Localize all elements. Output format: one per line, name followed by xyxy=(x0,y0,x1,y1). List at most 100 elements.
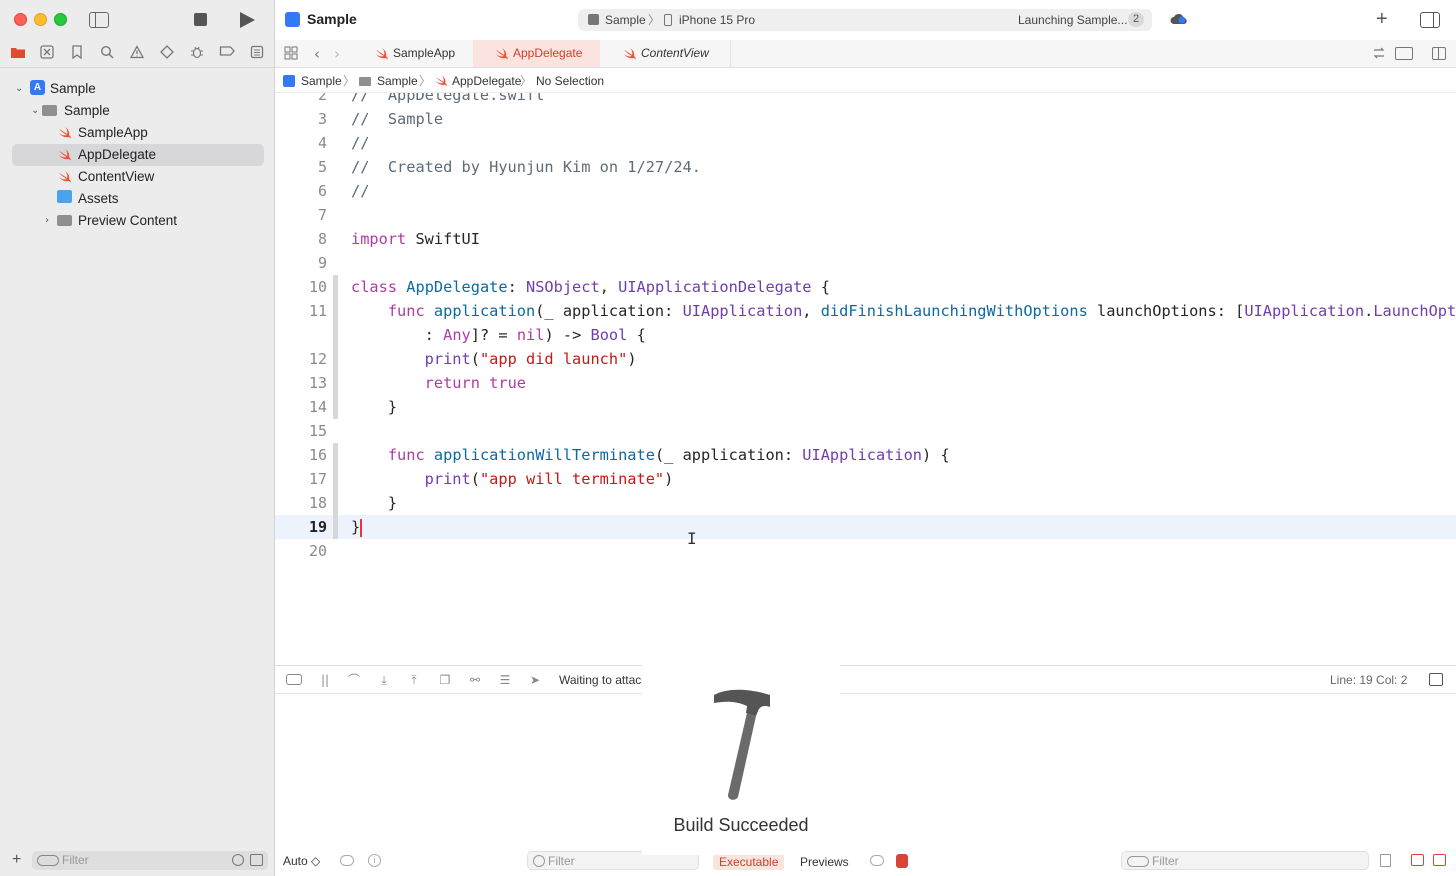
environment-overrides-icon[interactable]: ☰ xyxy=(498,673,512,687)
filter-placeholder: Filter xyxy=(1152,854,1179,868)
tree-item-contentview[interactable]: ContentView xyxy=(12,166,264,188)
split-editor-icon[interactable] xyxy=(1432,47,1446,60)
tab-contentview[interactable]: ContentView xyxy=(611,40,731,67)
tree-item-assets[interactable]: Assets xyxy=(12,188,264,210)
tree-item-label: Sample xyxy=(50,81,96,96)
scheme-selector[interactable]: Sample xyxy=(605,9,646,31)
breadcrumb-item[interactable]: Sample xyxy=(301,69,342,93)
eye-icon[interactable] xyxy=(870,855,884,866)
breakpoint-icon[interactable] xyxy=(218,45,236,63)
step-over-icon[interactable]: ⌒ xyxy=(347,673,361,687)
console-area[interactable] xyxy=(275,694,1456,846)
view-hierarchy-icon[interactable]: ❐ xyxy=(438,673,452,687)
hammer-icon xyxy=(714,689,770,800)
filter-icon xyxy=(37,855,59,866)
split-right-icon[interactable] xyxy=(1433,854,1446,866)
scm-filter-icon[interactable] xyxy=(250,854,263,866)
toggle-console-icon[interactable] xyxy=(1429,673,1443,686)
step-into-icon[interactable]: ⤓ xyxy=(377,673,391,687)
breakpoints-toggle-icon[interactable] xyxy=(896,854,908,868)
chevron-right-icon[interactable]: › xyxy=(45,210,49,232)
inspector-toggle-icon[interactable] xyxy=(1420,12,1440,28)
zoom-window-button[interactable] xyxy=(54,13,67,26)
breadcrumb-item[interactable]: AppDelegate xyxy=(452,69,521,93)
back-icon[interactable]: ‹ xyxy=(314,45,320,63)
line-number: 11 xyxy=(308,302,327,320)
line-number: 12 xyxy=(308,350,327,368)
swift-file-icon xyxy=(59,127,71,139)
device-selector[interactable]: iPhone 15 Pro xyxy=(679,9,755,31)
navigator-filter-input[interactable]: Filter xyxy=(32,851,268,870)
breadcrumb-item[interactable]: No Selection xyxy=(536,69,604,93)
add-icon[interactable]: + xyxy=(12,851,21,869)
recent-files-icon[interactable] xyxy=(232,854,244,866)
info-icon[interactable]: i xyxy=(368,854,381,867)
code-line: } xyxy=(351,398,398,416)
previews-tab[interactable]: Previews xyxy=(794,854,855,870)
code-line: } xyxy=(351,494,398,512)
navigator-selector-bar xyxy=(0,40,274,68)
related-items-icon[interactable] xyxy=(1372,46,1386,63)
swift-file-icon xyxy=(376,48,388,60)
debug-status: Waiting to attac xyxy=(559,673,642,687)
debug-navigator-icon[interactable] xyxy=(188,45,206,63)
trash-icon[interactable] xyxy=(1380,854,1391,867)
tree-item-label: Preview Content xyxy=(78,213,178,228)
tree-item-sampleapp[interactable]: SampleApp xyxy=(12,122,264,144)
search-icon[interactable] xyxy=(98,45,116,63)
tree-item-group-sample[interactable]: ⌄ Sample xyxy=(12,100,264,122)
filter-placeholder: Filter xyxy=(548,854,575,868)
source-editor[interactable]: 2 3 4 5 6 7 8 9 10 11 12 13 14 15 16 17 … xyxy=(275,93,1456,665)
tree-item-preview-content[interactable]: › Preview Content xyxy=(12,210,264,232)
chevron-down-icon[interactable]: ⌄ xyxy=(15,78,23,100)
sidebar-toggle-icon[interactable] xyxy=(89,12,109,28)
step-out-icon[interactable]: ⤒ xyxy=(407,673,421,687)
eye-icon[interactable] xyxy=(340,855,354,866)
pause-icon[interactable]: || xyxy=(318,673,332,687)
navigator-sidebar: ⌄ A Sample ⌄ Sample SampleApp AppDelegat… xyxy=(0,0,275,876)
console-filter-input[interactable]: Filter xyxy=(1121,851,1369,870)
tab-appdelegate[interactable]: AppDelegate xyxy=(473,40,600,67)
variables-view-selector[interactable]: Auto ◇ xyxy=(283,846,320,876)
swift-file-icon xyxy=(624,48,636,60)
app-project-icon xyxy=(283,75,295,87)
bookmark-icon[interactable] xyxy=(68,45,86,63)
code-line: } xyxy=(351,518,363,537)
tab-sampleapp[interactable]: SampleApp xyxy=(363,40,473,67)
code-line: // xyxy=(351,182,370,200)
chevron-down-icon[interactable]: ⌄ xyxy=(31,100,39,122)
tree-item-appdelegate[interactable]: AppDelegate xyxy=(12,144,264,166)
close-window-button[interactable] xyxy=(14,13,27,26)
report-icon[interactable] xyxy=(248,45,266,63)
code-line: // xyxy=(351,134,370,152)
split-left-icon[interactable] xyxy=(1411,854,1424,866)
folder-icon xyxy=(359,77,371,86)
run-icon[interactable] xyxy=(240,12,255,28)
swift-file-icon xyxy=(59,149,71,161)
project-navigator-icon[interactable] xyxy=(9,45,27,63)
location-icon[interactable]: ➤ xyxy=(528,673,542,687)
breadcrumb-item[interactable]: Sample xyxy=(377,69,418,93)
line-number: 19 xyxy=(308,518,327,536)
executable-tab[interactable]: Executable xyxy=(713,854,785,870)
line-number: 4 xyxy=(317,134,327,152)
test-icon[interactable] xyxy=(158,45,176,63)
source-control-icon[interactable] xyxy=(38,45,56,63)
hide-debug-area-icon[interactable] xyxy=(286,674,302,685)
line-number: 20 xyxy=(308,542,327,560)
editor-options-icon[interactable] xyxy=(1395,47,1413,60)
forward-icon[interactable]: › xyxy=(334,45,340,63)
memory-graph-icon[interactable]: ⚯ xyxy=(468,673,482,687)
stop-icon[interactable] xyxy=(194,13,207,26)
warning-icon[interactable] xyxy=(128,45,146,63)
cloud-sync-icon[interactable] xyxy=(1170,12,1188,29)
minimize-window-button[interactable] xyxy=(34,13,47,26)
code-line: // AppDelegate.swift xyxy=(351,93,545,104)
status-badge[interactable]: 2 xyxy=(1128,12,1145,27)
grid-icon[interactable] xyxy=(284,46,298,63)
add-icon[interactable]: + xyxy=(1376,8,1388,30)
line-number: 7 xyxy=(317,206,327,224)
tree-item-project[interactable]: ⌄ A Sample xyxy=(12,78,264,100)
tree-item-label: Assets xyxy=(78,191,119,206)
line-number: 8 xyxy=(317,230,327,248)
